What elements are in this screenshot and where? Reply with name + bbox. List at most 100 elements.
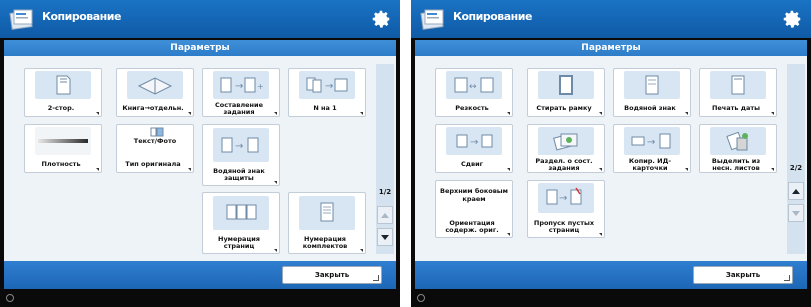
tile-content-orientation[interactable]: Верхним боковым краем Ориентация содерж.… (435, 180, 513, 238)
original-type-value: Текст/Фото (133, 137, 177, 145)
corner-arrow-icon (784, 275, 790, 281)
tile-label: Водяной знак (624, 104, 676, 113)
page-scroller: 1/2 (376, 64, 394, 254)
tile-label: Сдвиг (460, 160, 484, 169)
tile-id-card-copy[interactable]: → Копир. ИД-карточки (613, 124, 691, 173)
tile-job-separator[interactable]: Раздел. о сост. задания (527, 124, 605, 173)
original-type-icon (150, 127, 164, 137)
status-indicator-icon[interactable] (417, 294, 425, 302)
tile-watermark[interactable]: Водяной знак (613, 68, 691, 117)
watermark-icon (624, 71, 680, 99)
tile-label: Нумерация комплектов (302, 234, 348, 250)
status-indicator-icon[interactable] (6, 294, 14, 302)
svg-text:+: + (257, 82, 264, 91)
tile-label: Плотность (41, 160, 81, 169)
chevron-up-icon (381, 212, 389, 218)
app-title: Копирование (453, 10, 532, 23)
corner-arrow-icon (507, 112, 510, 115)
close-button[interactable]: Закрыть (693, 266, 793, 284)
section-title: Параметры (4, 40, 396, 56)
tile-2-sided[interactable]: 2-стор. (24, 68, 102, 117)
tile-label: Тип оригинала (125, 160, 181, 169)
scroll-up-button[interactable] (788, 182, 804, 200)
corner-arrow-icon (360, 112, 363, 115)
corner-arrow-icon (274, 249, 277, 252)
corner-arrow-icon (274, 112, 277, 115)
corner-arrow-icon (360, 249, 363, 252)
corner-arrow-icon (599, 168, 602, 171)
n-on-1-icon: → (299, 71, 355, 99)
tile-label: Раздел. о сост. задания (535, 156, 593, 172)
corner-arrow-icon (188, 112, 191, 115)
scroll-down-button[interactable] (788, 204, 804, 222)
tile-page-numbering[interactable]: Нумерация страниц (202, 192, 280, 254)
tile-label: Ориентация содерж. ориг. (445, 218, 499, 234)
book-scan-icon (127, 71, 183, 99)
corner-arrow-icon (373, 275, 379, 281)
svg-text:→: → (470, 137, 478, 148)
tile-label: Составление задания (215, 100, 263, 116)
svg-text:→: → (235, 81, 243, 92)
tile-density[interactable]: Плотность (24, 124, 102, 173)
app-header: Копирование (0, 0, 400, 38)
tile-label: Нумерация страниц (218, 234, 260, 250)
tile-n-on-1[interactable]: → N на 1 (288, 68, 366, 117)
settings-gear-icon[interactable] (370, 8, 392, 30)
corner-arrow-icon (188, 168, 191, 171)
tile-label: Печать даты (711, 104, 761, 113)
tile-shift[interactable]: → Сдвиг (435, 124, 513, 173)
job-separator-icon (538, 127, 594, 155)
tile-book-to-separate[interactable]: Книга→отдельн. (116, 68, 194, 117)
page-indicator: 2/2 (789, 164, 803, 172)
tile-skip-blank-pages[interactable]: → Пропуск пустых страниц (527, 180, 605, 238)
svg-text:→: → (325, 81, 333, 92)
close-button-label: Закрыть (314, 271, 350, 279)
corner-arrow-icon (507, 233, 510, 236)
skip-blank-pages-icon: → (538, 183, 594, 213)
close-button[interactable]: Закрыть (282, 266, 382, 284)
tile-label: Копир. ИД-карточки (628, 156, 672, 172)
scroll-up-button[interactable] (377, 206, 393, 224)
corner-arrow-icon (507, 168, 510, 171)
copy-options-panel-page-1: Копирование Параметры 2-стор. Книга→отде… (0, 0, 400, 307)
tile-print-date[interactable]: Печать даты (699, 68, 777, 117)
options-grid: ↔ Резкость Стирать рамку Водяной знак Пе… (421, 58, 781, 261)
copy-app-icon (9, 9, 33, 30)
section-title: Параметры (415, 40, 807, 56)
svg-text:→: → (235, 141, 243, 152)
page-indicator: 1/2 (378, 188, 392, 196)
set-numbering-icon (299, 196, 355, 230)
options-content: 2-стор. Книга→отдельн. → + Составление за… (4, 56, 396, 261)
duplex-page-icon (35, 71, 91, 99)
chevron-up-icon (792, 188, 800, 194)
svg-text:→: → (647, 137, 655, 148)
tile-label: 2-стор. (47, 104, 75, 113)
svg-text:↔: ↔ (469, 82, 477, 92)
tile-erase-frame[interactable]: Стирать рамку (527, 68, 605, 117)
tile-original-type[interactable]: Текст/Фото Тип оригинала (116, 124, 194, 173)
footer-bar: Закрыть (415, 261, 807, 289)
tile-label: Резкость (455, 104, 489, 113)
copy-options-panel-page-2: Копирование Параметры ↔ Резкость Стирать… (411, 0, 811, 307)
tile-different-size-originals[interactable]: Выделить из несн. листов (699, 124, 777, 173)
id-card-copy-icon: → (624, 127, 680, 155)
tile-sharpness[interactable]: ↔ Резкость (435, 68, 513, 117)
corner-arrow-icon (771, 112, 774, 115)
tile-job-build[interactable]: → + Составление задания (202, 68, 280, 117)
tile-label: Пропуск пустых страниц (533, 218, 595, 234)
sharpness-icon: ↔ (446, 71, 502, 99)
corner-arrow-icon (96, 168, 99, 171)
different-size-originals-icon (710, 127, 766, 155)
page-numbering-icon (213, 196, 269, 230)
tile-set-numbering[interactable]: Нумерация комплектов (288, 192, 366, 254)
tile-secure-watermark[interactable]: → Водяной знак защиты (202, 124, 280, 186)
status-bar (411, 289, 811, 307)
settings-gear-icon[interactable] (781, 8, 803, 30)
chevron-down-icon (381, 234, 389, 240)
options-content: ↔ Резкость Стирать рамку Водяной знак Пе… (415, 56, 807, 261)
status-bar (0, 289, 400, 307)
tile-label: Выделить из несн. листов (711, 156, 761, 172)
tile-label: Книга→отдельн. (122, 104, 184, 113)
svg-text:→: → (559, 193, 567, 204)
scroll-down-button[interactable] (377, 228, 393, 246)
